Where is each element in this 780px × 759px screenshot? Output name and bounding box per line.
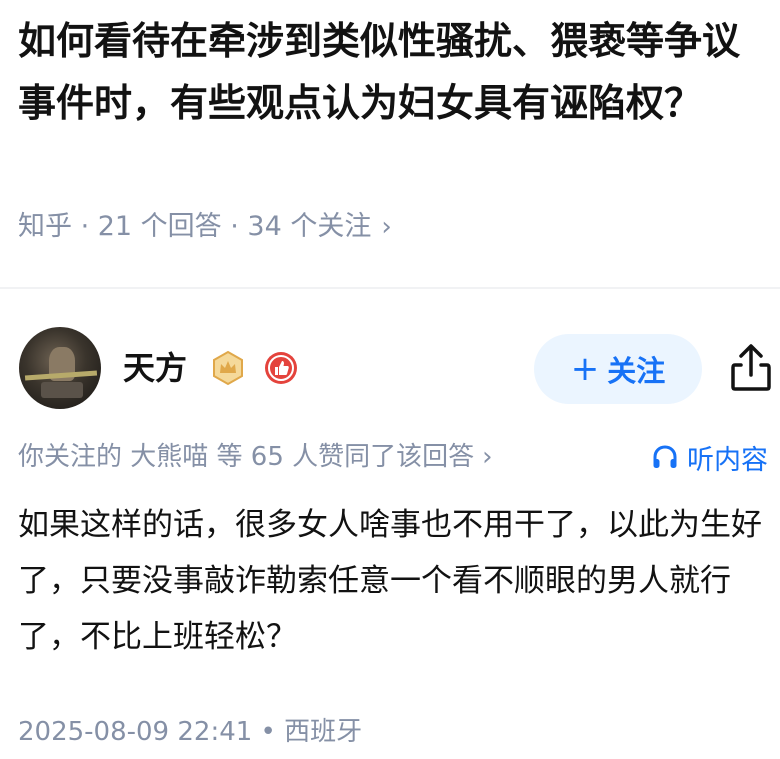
- author-avatar[interactable]: [19, 327, 101, 409]
- follow-button-label: 关注: [607, 354, 666, 388]
- question-title[interactable]: 如何看待在牵涉到类似性骚扰、猥亵等争议事件时，有些观点认为妇女具有诬陷权？: [18, 10, 773, 134]
- chevron-right-icon: ›: [381, 212, 392, 242]
- social-proof-text: 你关注的 大熊喵 等 65 人赞同了该回答: [18, 442, 475, 472]
- headphones-icon: [653, 445, 677, 468]
- social-proof[interactable]: 你关注的 大熊喵 等 65 人赞同了该回答 ›: [18, 439, 493, 475]
- share-icon[interactable]: [727, 343, 775, 393]
- like-badge-icon[interactable]: [263, 350, 299, 386]
- question-meta-text: 知乎 · 21 个回答 · 34 个关注: [18, 211, 372, 242]
- listen-button[interactable]: 听内容: [651, 439, 768, 476]
- listen-label: 听内容: [687, 444, 768, 476]
- question-meta[interactable]: 知乎 · 21 个回答 · 34 个关注 ›: [18, 207, 392, 247]
- section-divider: [0, 287, 780, 289]
- crown-badge-icon[interactable]: [210, 350, 246, 386]
- answer-content[interactable]: 如果这样的话，很多女人啥事也不用干了，以此为生好了，只要没事敲诈勒索任意一个看不…: [18, 497, 770, 665]
- follow-button[interactable]: + 关注: [534, 334, 702, 404]
- author-name[interactable]: 天方: [123, 346, 187, 390]
- avatar-base: [41, 382, 83, 398]
- answer-footer: 2025-08-09 22:41 • 西班牙: [18, 717, 363, 747]
- chevron-right-icon: ›: [482, 442, 493, 472]
- plus-icon: +: [570, 349, 600, 389]
